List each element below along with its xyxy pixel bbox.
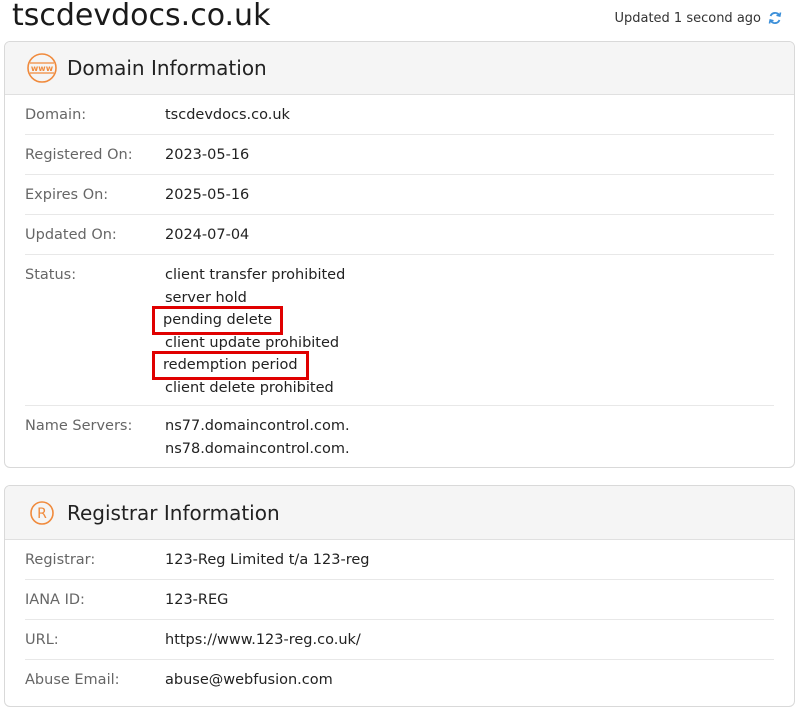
- row-label: Registrar:: [25, 551, 96, 568]
- row-label: Name Servers:: [25, 418, 133, 434]
- registrar-info-card: R Registrar Information Registrar: 123-R…: [4, 485, 795, 707]
- row-domain: Domain: tscdevdocs.co.uk: [25, 95, 774, 135]
- domain-info-title: Domain Information: [67, 56, 267, 80]
- row-url: URL: https://www.123-reg.co.uk/: [25, 620, 774, 660]
- row-registrar: Registrar: 123-Reg Limited t/a 123-reg: [25, 540, 774, 580]
- domain-info-header: www Domain Information: [5, 42, 794, 95]
- svg-text:www: www: [31, 64, 54, 73]
- svg-text:R: R: [37, 506, 47, 522]
- row-label: Registered On:: [25, 146, 133, 163]
- registrar-info-title: Registrar Information: [67, 500, 280, 525]
- updated-text: Updated 1 second ago: [614, 10, 761, 26]
- row-value: 123-Reg Limited t/a 123-reg: [165, 551, 370, 568]
- row-expires-on: Expires On: 2025-05-16: [25, 175, 774, 215]
- status-list: client transfer prohibited server hold p…: [151, 264, 346, 405]
- row-label: Abuse Email:: [25, 671, 120, 688]
- registered-icon: R: [25, 496, 59, 530]
- updated-status: Updated 1 second ago: [614, 10, 783, 26]
- row-value: 123-REG: [165, 591, 229, 608]
- row-value: tscdevdocs.co.uk: [165, 106, 290, 123]
- page-title: tscdevdocs.co.uk: [12, 0, 271, 33]
- status-item-highlighted: redemption period: [152, 351, 309, 380]
- row-label: Status:: [25, 267, 77, 283]
- registrar-info-rows: Registrar: 123-Reg Limited t/a 123-reg I…: [5, 540, 794, 699]
- status-item: server hold: [165, 289, 247, 306]
- row-label: Domain:: [25, 106, 87, 123]
- status-item-highlighted: pending delete: [151, 306, 284, 335]
- row-value: 2025-05-16: [165, 186, 250, 203]
- row-label: Expires On:: [25, 186, 109, 203]
- row-abuse-email: Abuse Email: abuse@webfusion.com: [25, 660, 774, 699]
- name-server: ns78.domaincontrol.com.: [165, 440, 350, 457]
- row-label: URL:: [25, 631, 59, 648]
- row-updated-on: Updated On: 2024-07-04: [25, 215, 774, 255]
- www-icon: www: [25, 51, 59, 85]
- name-server-list: ns77.domaincontrol.com. ns78.domaincontr…: [165, 415, 350, 460]
- row-name-servers: Name Servers: ns77.domaincontrol.com. ns…: [25, 406, 774, 460]
- status-item: client delete prohibited: [165, 379, 334, 396]
- row-label: IANA ID:: [25, 591, 85, 608]
- row-value: 2024-07-04: [165, 226, 250, 243]
- status-item: client update prohibited: [165, 334, 340, 351]
- row-value: 2023-05-16: [165, 146, 250, 163]
- abuse-email-link[interactable]: abuse@webfusion.com: [165, 672, 333, 688]
- refresh-icon[interactable]: [767, 10, 783, 26]
- row-registered-on: Registered On: 2023-05-16: [25, 135, 774, 175]
- domain-info-card: www Domain Information Domain: tscdevdoc…: [4, 41, 795, 468]
- row-label: Updated On:: [25, 226, 117, 243]
- status-item: client transfer prohibited: [165, 267, 346, 283]
- registrar-url-link[interactable]: https://www.123-reg.co.uk/: [165, 632, 361, 648]
- registrar-info-header: R Registrar Information: [5, 486, 794, 540]
- domain-info-rows: Domain: tscdevdocs.co.uk Registered On: …: [5, 95, 794, 460]
- row-iana-id: IANA ID: 123-REG: [25, 580, 774, 620]
- name-server: ns77.domaincontrol.com.: [165, 418, 350, 434]
- row-status: Status: client transfer prohibited serve…: [25, 255, 774, 406]
